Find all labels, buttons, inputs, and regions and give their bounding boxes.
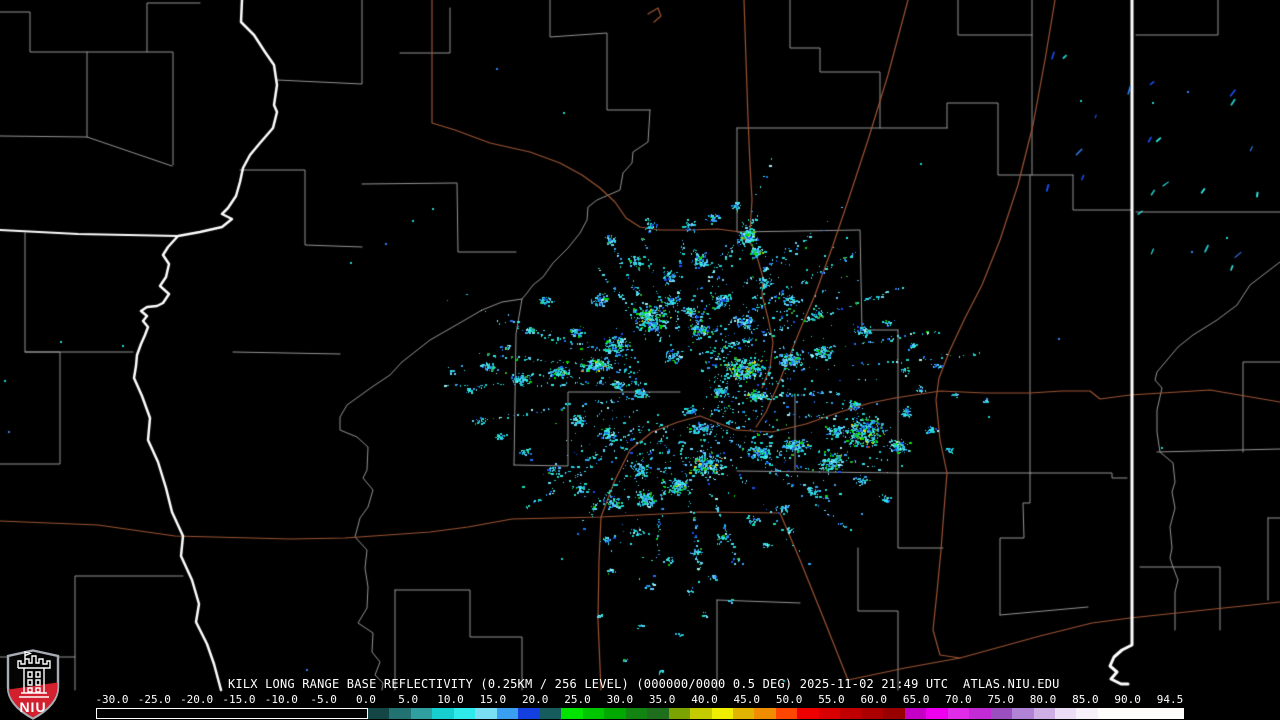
colorbar-segment bbox=[368, 708, 390, 719]
colorbar-label: 60.0 bbox=[860, 693, 888, 706]
colorbar-segment bbox=[625, 708, 648, 719]
colorbar-label: 30.0 bbox=[606, 693, 634, 706]
colorbar-label: 0.0 bbox=[355, 693, 376, 706]
colorbar-label: -10.0 bbox=[264, 693, 298, 706]
colorbar-segment bbox=[861, 708, 884, 719]
colorbar-segment bbox=[711, 708, 733, 719]
colorbar-segment bbox=[582, 708, 605, 719]
colorbar-segment bbox=[647, 708, 669, 719]
colorbar-label: 90.0 bbox=[1114, 693, 1141, 706]
colorbar-label: -20.0 bbox=[180, 693, 214, 706]
radar-display: NIU KILX LONG RANGE BASE REFLECTIVITY (0… bbox=[0, 0, 1280, 720]
colorbar-segment bbox=[818, 708, 841, 719]
colorbar-label: 25.0 bbox=[564, 693, 591, 706]
colorbar-segment bbox=[1033, 708, 1055, 719]
colorbar-segment bbox=[947, 708, 970, 719]
colorbar-segment bbox=[496, 708, 519, 719]
colorbar-gradient bbox=[368, 708, 1184, 719]
reflectivity-colorbar bbox=[96, 708, 1184, 719]
colorbar-segment bbox=[1012, 708, 1034, 719]
colorbar-label: 65.0 bbox=[902, 693, 930, 706]
colorbar-segment bbox=[453, 708, 476, 719]
colorbar-segment bbox=[1097, 708, 1120, 719]
colorbar-label: -5.0 bbox=[310, 693, 337, 706]
colorbar-label: 55.0 bbox=[818, 693, 845, 706]
colorbar-label: 80.0 bbox=[1029, 693, 1057, 706]
colorbar-segment bbox=[1055, 708, 1077, 719]
colorbar-label: 40.0 bbox=[691, 693, 718, 706]
colorbar-empty-range bbox=[96, 708, 368, 719]
colorbar-label: 10.0 bbox=[437, 693, 464, 706]
colorbar-label: -15.0 bbox=[222, 693, 256, 706]
colorbar-segment bbox=[904, 708, 927, 719]
colorbar-segment bbox=[561, 708, 583, 719]
colorbar-segment bbox=[518, 708, 540, 719]
colorbar-segment bbox=[797, 708, 819, 719]
product-title: KILX LONG RANGE BASE REFLECTIVITY (0.25K… bbox=[228, 677, 1060, 691]
colorbar-label: -25.0 bbox=[137, 693, 171, 706]
colorbar-segment bbox=[389, 708, 411, 719]
colorbar-segment bbox=[668, 708, 691, 719]
colorbar-label: 94.5 bbox=[1156, 693, 1184, 706]
colorbar-segment bbox=[840, 708, 862, 719]
niu-logo: NIU bbox=[6, 649, 60, 720]
colorbar-segment bbox=[410, 708, 433, 719]
colorbar-segment bbox=[475, 708, 497, 719]
niu-logo-text: NIU bbox=[19, 699, 46, 715]
colorbar-label: 85.0 bbox=[1072, 693, 1099, 706]
colorbar-label: 45.0 bbox=[733, 693, 761, 706]
colorbar-segment bbox=[883, 708, 905, 719]
colorbar-segment bbox=[690, 708, 712, 719]
colorbar-segment bbox=[969, 708, 991, 719]
colorbar-label: 50.0 bbox=[775, 693, 803, 706]
colorbar-segment bbox=[1119, 708, 1141, 719]
radar-map-canvas bbox=[0, 0, 1280, 720]
colorbar-segment bbox=[539, 708, 562, 719]
colorbar-label: 75.0 bbox=[987, 693, 1014, 706]
colorbar-label: 20.0 bbox=[521, 693, 549, 706]
colorbar-segment bbox=[432, 708, 454, 719]
colorbar-segment bbox=[926, 708, 948, 719]
colorbar-label: 15.0 bbox=[479, 693, 507, 706]
colorbar-label: 5.0 bbox=[398, 693, 419, 706]
colorbar-label: 35.0 bbox=[648, 693, 676, 706]
colorbar-segment bbox=[990, 708, 1013, 719]
colorbar-segment bbox=[754, 708, 776, 719]
colorbar-segment bbox=[1162, 708, 1184, 719]
colorbar-label: 70.0 bbox=[945, 693, 972, 706]
colorbar-segment bbox=[1140, 708, 1163, 719]
colorbar-segment bbox=[1076, 708, 1098, 719]
colorbar-segment bbox=[732, 708, 755, 719]
colorbar-segment bbox=[604, 708, 626, 719]
colorbar-label: -30.0 bbox=[95, 693, 129, 706]
colorbar-segment bbox=[775, 708, 798, 719]
